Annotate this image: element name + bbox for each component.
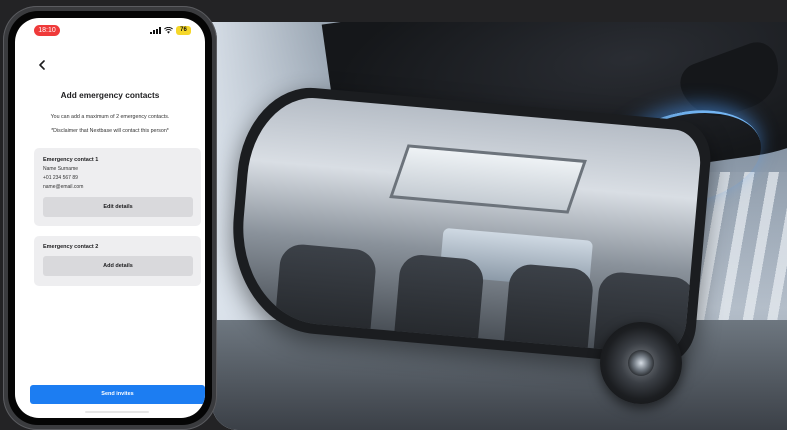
phone-bezel: 18:10 76 Add emergency contacts You can … — [8, 11, 212, 425]
promo-stage: 18:10 76 Add emergency contacts You can … — [0, 0, 787, 430]
page-title: Add emergency contacts — [60, 90, 160, 100]
home-indicator — [85, 411, 149, 413]
dashcam-camera — [600, 322, 682, 404]
disclaimer-text: *Disclaimer that Nextbase will contact t… — [51, 128, 169, 134]
camera-lens — [628, 350, 654, 376]
mirror-reflection-sunroof — [389, 144, 587, 214]
signal-icon — [150, 27, 161, 34]
add-details-button[interactable]: Add details — [43, 256, 193, 276]
mirror-reflection-seat — [274, 242, 378, 339]
wifi-icon — [164, 27, 173, 34]
edit-details-button[interactable]: Edit details — [43, 197, 193, 217]
dashcam-mirror-photo — [212, 22, 787, 430]
back-button[interactable] — [35, 58, 49, 72]
phone-mockup: 18:10 76 Add emergency contacts You can … — [3, 6, 217, 430]
status-icons: 76 — [150, 26, 191, 35]
mirror-glass — [235, 92, 703, 357]
contact-card-title: Emergency contact 1 — [43, 157, 99, 163]
battery-icon: 76 — [176, 26, 191, 35]
status-bar: 18:10 76 — [15, 18, 205, 44]
emergency-contact-card-2: Emergency contact 2 Add details — [34, 236, 201, 286]
mirror-reflection-seat — [503, 262, 595, 357]
send-invites-button[interactable]: Send invites — [30, 385, 205, 404]
status-time: 18:10 — [34, 25, 60, 36]
chevron-left-icon — [39, 60, 45, 70]
phone-screen: 18:10 76 Add emergency contacts You can … — [15, 18, 205, 418]
mirror-reflection-seat — [393, 253, 485, 349]
contact-phone: +01 234 567 89 — [43, 175, 78, 181]
page-subtitle: You can add a maximum of 2 emergency con… — [50, 114, 170, 120]
contact-name: Name Surname — [43, 166, 79, 172]
contact-email: name@email.com — [43, 184, 84, 190]
contact-card-title: Emergency contact 2 — [43, 244, 99, 250]
emergency-contact-card-1: Emergency contact 1 Name Surname +01 234… — [34, 148, 201, 226]
